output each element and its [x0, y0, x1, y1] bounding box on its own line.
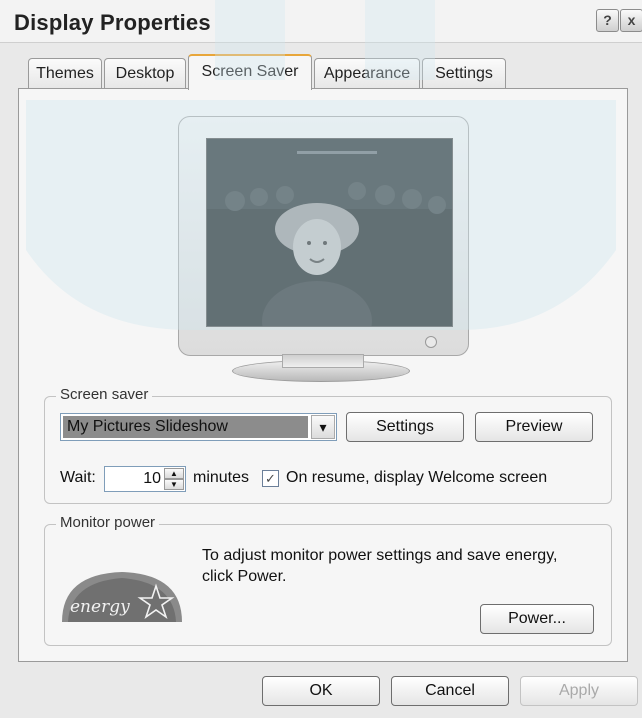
tab-settings[interactable]: Settings: [422, 58, 506, 88]
monitor-power-description: To adjust monitor power settings and sav…: [202, 547, 558, 585]
preview-screen: [206, 138, 453, 327]
apply-button[interactable]: Apply: [520, 676, 638, 706]
ok-button[interactable]: OK: [262, 676, 380, 706]
tab-appearance[interactable]: Appearance: [314, 58, 420, 88]
wait-label: Wait:: [60, 469, 96, 486]
spin-down-icon[interactable]: ▼: [164, 479, 184, 490]
monitor-power-led: [425, 336, 437, 348]
monitor-stand-neck: [282, 354, 364, 368]
energy-logo-text: energy: [70, 597, 130, 617]
screen-saver-selected-value: My Pictures Slideshow: [63, 416, 308, 438]
slideshow-photo: [207, 139, 452, 326]
settings-button[interactable]: Settings: [346, 412, 464, 442]
minutes-label: minutes: [193, 469, 250, 486]
energy-star-logo: energy: [62, 572, 182, 622]
spin-up-icon[interactable]: ▲: [164, 468, 184, 479]
tab-screen-saver[interactable]: Screen Saver: [188, 54, 312, 90]
screen-saver-group-label: Screen saver: [56, 386, 153, 403]
preview-button[interactable]: Preview: [475, 412, 593, 442]
wait-minutes-spinner[interactable]: 10 ▲ ▼: [104, 466, 186, 492]
window-title: Display Properties: [14, 10, 211, 35]
tab-desktop[interactable]: Desktop: [104, 58, 186, 88]
tab-themes[interactable]: Themes: [28, 58, 102, 88]
monitor-power-group-label: Monitor power: [56, 514, 160, 531]
chevron-down-icon[interactable]: ▾: [311, 415, 335, 439]
wait-minutes-value: 10: [143, 470, 161, 487]
cancel-button[interactable]: Cancel: [391, 676, 509, 706]
help-button[interactable]: ?: [596, 9, 619, 32]
close-button[interactable]: x: [620, 9, 642, 32]
screen-saver-select[interactable]: My Pictures Slideshow ▾: [60, 413, 337, 441]
resume-checkbox[interactable]: ✓: [262, 470, 279, 487]
power-button[interactable]: Power...: [480, 604, 594, 634]
resume-label: On resume, display Welcome screen: [286, 469, 548, 486]
